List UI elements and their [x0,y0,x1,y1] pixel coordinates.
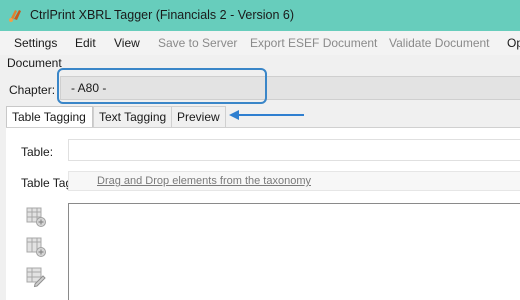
table-tag-placeholder: Drag and Drop elements from the taxonomy [97,175,311,187]
chapter-label: Chapter: [9,83,56,97]
tab-label: Preview [177,110,220,124]
table-drop-area[interactable] [68,203,520,300]
menu-export-esef-document[interactable]: Export ESEF Document [250,36,377,50]
tab-table-tagging[interactable]: Table Tagging [6,106,93,128]
tab-preview[interactable]: Preview [171,106,226,127]
window-title: CtrlPrint XBRL Tagger (Financials 2 - Ve… [30,8,294,22]
chapter-select[interactable]: - A80 - [60,76,520,100]
menu-bar: Settings Edit View Save to Server Export… [0,31,520,55]
title-bar[interactable]: CtrlPrint XBRL Tagger (Financials 2 - Ve… [0,0,520,31]
menu-edit[interactable]: Edit [75,36,96,50]
ctrlprint-logo-icon [9,10,21,22]
chapter-row: Chapter: - A80 - [0,72,520,102]
tab-text-tagging[interactable]: Text Tagging [93,106,172,127]
edit-table-icon[interactable] [25,266,47,288]
arrow-annotation-icon [229,110,304,120]
tab-label: Text Tagging [99,110,167,124]
table-field[interactable] [68,139,520,161]
menu-save-to-server[interactable]: Save to Server [158,36,237,50]
menu-validate-document[interactable]: Validate Document [389,36,490,50]
add-table-icon[interactable] [25,206,47,228]
menu-view[interactable]: View [114,36,140,50]
tab-label: Table Tagging [12,110,86,124]
menu-settings[interactable]: Settings [14,36,57,50]
insert-column-icon[interactable] [25,236,47,258]
table-label: Table: [21,145,54,159]
chapter-value: - A80 - [71,81,107,95]
table-tagging-panel: Table: Table Tag: Drag and Drop elements… [6,127,520,300]
table-tag-drop-field[interactable]: Drag and Drop elements from the taxonomy [68,171,520,191]
menu-op[interactable]: Op [507,36,520,50]
menu-document[interactable]: Document [7,56,62,70]
app-window: CtrlPrint XBRL Tagger (Financials 2 - Ve… [0,0,520,300]
